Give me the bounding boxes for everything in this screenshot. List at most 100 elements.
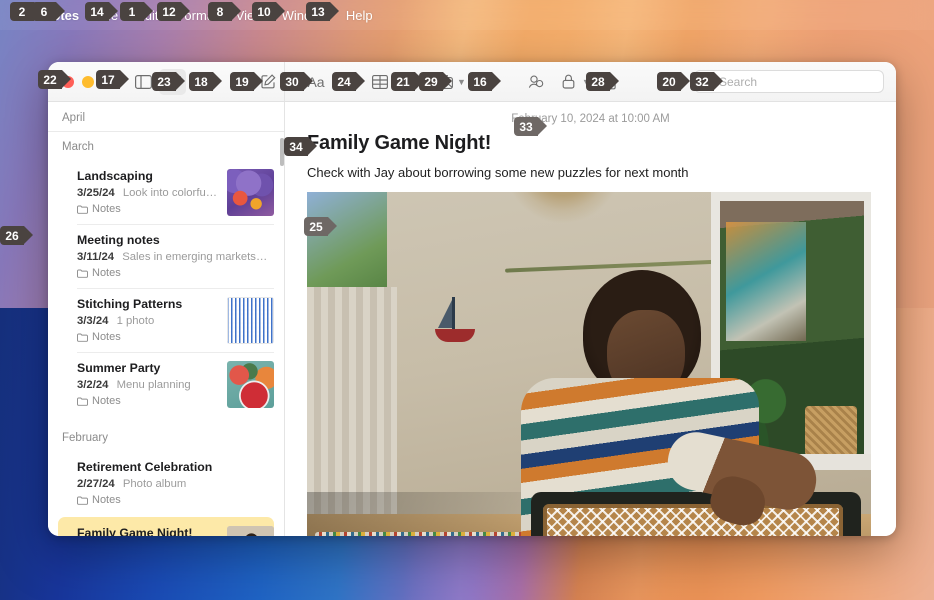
note-item-subtitle: 3/2/24 Menu planning [77,377,219,393]
photo-dreamcatcher [503,192,623,224]
folder-icon [77,269,88,278]
note-item-date: 2/27/24 [77,478,115,490]
minimize-button[interactable] [82,75,94,88]
note-item-subtitle: 3/3/24 1 photo [77,313,219,329]
note-item-text: Landscaping 3/25/24 Look into colorfu… N… [77,168,219,217]
note-item-date: 3/11/24 [77,251,115,263]
note-attached-photo[interactable] [307,192,871,536]
search-input[interactable] [719,74,876,89]
note-item-snippet: Look into colorfu… [122,187,218,199]
window-body: April March Landscaping 3/25/24 Look int… [48,102,896,536]
badge-13: 13 [306,2,339,21]
folder-icon [77,496,88,505]
badge-12: 12 [157,2,190,21]
badge-20: 20 [657,72,690,91]
badge-22: 22 [38,70,71,89]
photo-puzzle-pieces [315,532,525,536]
badge-18: 18 [189,72,222,91]
note-timestamp: February 10, 2024 at 10:00 AM [511,113,670,125]
collaborate-icon[interactable] [522,69,552,95]
month-header-march: March [62,141,94,153]
note-item-folder-label: Notes [92,331,121,343]
note-item-folder-label: Notes [92,203,121,215]
badge-10: 10 [252,2,285,21]
note-list-item-landscaping[interactable]: Landscaping 3/25/24 Look into colorfu… N… [58,160,274,224]
badge-23: 23 [152,72,185,91]
note-item-text: Stitching Patterns 3/3/24 1 photo Notes [77,296,219,345]
note-item-folder: Notes [77,394,219,409]
badge-8: 8 [208,2,241,21]
note-item-text: Summer Party 3/2/24 Menu planning Notes [77,360,219,409]
note-item-subtitle: 3/25/24 Look into colorfu… [77,185,219,201]
note-item-snippet: 1 photo [116,315,155,327]
badge-6: 6 [32,2,65,21]
note-item-folder: Notes [77,493,274,508]
note-item-text: Retirement Celebration 2/27/24 Photo alb… [77,459,274,508]
note-item-date: 3/2/24 [77,379,109,391]
note-item-title: Family Game Night! [77,526,193,536]
badge-1: 1 [120,2,153,21]
note-body-text[interactable]: Check with Jay about borrowing some new … [285,155,896,192]
note-item-folder-label: Notes [92,494,121,506]
badge-25: 25 [304,217,337,236]
notes-window: Aa ▼ Search April March Landscaping 3/25… [48,62,896,536]
media-chevron-down-icon[interactable]: ▼ [457,77,466,87]
badge-19: 19 [230,72,263,91]
note-item-thumbnail [227,297,274,344]
photo-outdoor-basket [805,406,857,456]
badge-30: 30 [280,72,313,91]
note-item-date: 3/3/24 [77,315,109,327]
photo-table-shadow [307,492,557,536]
note-item-folder: Notes [77,266,274,281]
note-item-thumbnail [227,361,274,408]
note-item-subtitle: 2/27/24 Photo album [77,476,274,492]
badge-21: 21 [391,72,424,91]
note-title-heading[interactable]: Family Game Night! [285,125,896,155]
folder-icon [77,205,88,214]
note-item-snippet: Photo album [122,478,187,490]
note-list-item-stitching-patterns[interactable]: Stitching Patterns 3/3/24 1 photo Notes [58,288,274,352]
photo-chair-cane-back [543,504,843,536]
lock-icon[interactable] [554,69,584,95]
photo-toy-boat [435,296,475,342]
folder-icon [77,333,88,342]
note-item-snippet: Menu planning [116,379,191,391]
note-item-folder-label: Notes [92,267,121,279]
badge-33: 33 [514,117,547,136]
menu-item-help[interactable]: Help [337,0,382,30]
note-item-text: Family Game Night! 2/10/24 Check with Ja… [77,525,219,536]
note-item-text: Meeting notes 3/11/24 Sales in emerging … [77,232,274,281]
note-item-title: Landscaping [77,169,153,183]
note-list-item-meeting-notes[interactable]: Meeting notes 3/11/24 Sales in emerging … [58,224,274,288]
note-editor[interactable]: February 10, 2024 at 10:00 AM Family Gam… [285,102,896,536]
badge-29: 29 [419,72,452,91]
note-item-date: 3/25/24 [77,187,115,199]
badge-24: 24 [332,72,365,91]
badge-28: 28 [586,72,619,91]
note-item-title: Summer Party [77,361,161,375]
folder-icon [77,397,88,406]
badge-2: 2 [10,2,43,21]
note-list-item-summer-party[interactable]: Summer Party 3/2/24 Menu planning Notes [58,352,274,416]
note-item-snippet: Sales in emerging markets… [122,251,268,263]
note-item-title: Retirement Celebration [77,460,213,474]
note-item-folder: Notes [77,330,219,345]
menu-item-label: Help [333,7,373,23]
note-item-folder-label: Notes [92,395,121,407]
note-item-subtitle: 3/11/24 Sales in emerging markets… [77,249,274,265]
badge-17: 17 [96,70,129,89]
notes-list-sidebar[interactable]: April March Landscaping 3/25/24 Look int… [48,102,285,536]
note-list-item-family-game-night[interactable]: Family Game Night! 2/10/24 Check with Ja… [58,517,274,536]
note-item-folder: Notes [77,202,219,217]
badge-26: 26 [0,226,33,245]
badge-32: 32 [690,72,723,91]
badge-16: 16 [468,72,501,91]
badge-34: 34 [284,137,317,156]
note-list-item-retirement-celebration[interactable]: Retirement Celebration 2/27/24 Photo alb… [58,451,274,515]
note-item-thumbnail [227,169,274,216]
note-item-title: Stitching Patterns [77,297,183,311]
note-item-thumbnail [227,526,274,536]
month-header-february: February [62,432,109,444]
badge-14: 14 [85,2,118,21]
note-item-title: Meeting notes [77,233,160,247]
